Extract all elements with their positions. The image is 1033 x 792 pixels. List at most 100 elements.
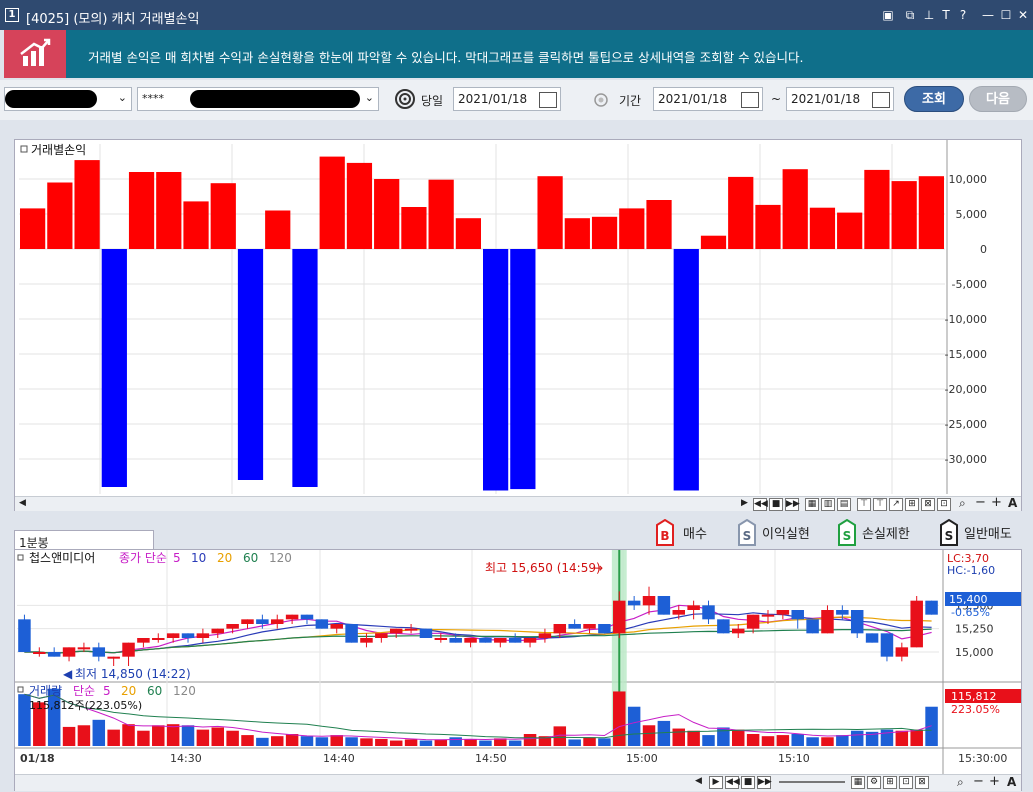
- tool-icon[interactable]: ▤: [837, 498, 851, 511]
- calendar-icon[interactable]: [539, 92, 557, 108]
- candle-body: [285, 614, 299, 620]
- upper-scrollbar[interactable]: ◀ ▶ ◀◀ ■ ▶▶ ▦ ▥ ▤ ⊤ ⊤ ↗ ⊞ ⊠ ⊡ ⌕ − + A: [15, 495, 1021, 511]
- volume-bar: [568, 739, 581, 746]
- candle-body: [434, 638, 448, 640]
- tool-icon[interactable]: ▦: [805, 498, 819, 511]
- volume-bar: [434, 739, 448, 746]
- volume-bar: [702, 735, 715, 746]
- candle-body: [360, 638, 373, 643]
- candle-body: [865, 633, 879, 643]
- profit-bar: [374, 179, 400, 249]
- candle-body: [821, 610, 834, 634]
- link-icon[interactable]: ▣: [880, 8, 896, 22]
- maximize-icon[interactable]: ☐: [998, 8, 1014, 22]
- period-radio-icon[interactable]: [594, 93, 608, 107]
- tool-icon[interactable]: ⊠: [921, 498, 935, 511]
- candle-body: [806, 619, 819, 634]
- scroll-right-icon[interactable]: ▶: [741, 498, 748, 508]
- candle-body: [925, 600, 938, 615]
- account-select[interactable]: ⌄: [4, 87, 132, 111]
- volume-ma-period-label: 5: [103, 684, 111, 698]
- rewind-icon[interactable]: ◀◀: [753, 498, 768, 511]
- hc-info: HC:-1,60: [947, 564, 995, 577]
- zoom-icon[interactable]: ⌕: [959, 496, 966, 511]
- loss-bar: [483, 249, 509, 491]
- password-field[interactable]: **** ⌄: [137, 87, 379, 111]
- copy-window-icon[interactable]: ⧉: [902, 8, 918, 23]
- loss-bar: [237, 249, 264, 480]
- candle-body: [910, 600, 923, 648]
- legend-sell: 일반매도: [964, 527, 1012, 542]
- ma-period-label: 10: [191, 551, 206, 565]
- volume-bar: [731, 729, 745, 746]
- volume-ma-period-label: 120: [173, 684, 196, 698]
- forward-icon[interactable]: ▶▶: [757, 776, 772, 789]
- zoom-out-icon[interactable]: −: [973, 774, 984, 789]
- help-icon[interactable]: ?: [955, 8, 971, 22]
- title-marker-icon: [17, 554, 24, 561]
- play-icon[interactable]: ▶: [709, 776, 723, 789]
- volume-bar: [836, 735, 849, 746]
- calendar-icon[interactable]: [872, 92, 890, 108]
- rewind-icon[interactable]: ◀◀: [725, 776, 740, 789]
- lower-scrollbar[interactable]: ◀ ▶ ◀◀ ■ ▶▶ ▦ ⚙ ⊞ ⊡ ⊠ ⌕ − + A: [15, 774, 1021, 791]
- loss-bar: [101, 249, 127, 487]
- close-icon[interactable]: ✕: [1015, 8, 1031, 22]
- volume-bar: [925, 706, 938, 746]
- tab-1min[interactable]: 1분봉: [14, 530, 154, 550]
- auto-scale-icon[interactable]: A: [1007, 775, 1016, 789]
- price-change: -0.65%: [951, 606, 990, 619]
- tool-icon[interactable]: ▥: [821, 498, 835, 511]
- tool-icon[interactable]: ⊡: [937, 498, 951, 511]
- candle-body: [776, 610, 790, 615]
- tool-icon[interactable]: ⊤: [873, 498, 887, 511]
- calendar-icon[interactable]: [741, 92, 759, 108]
- period-to-input[interactable]: 2021/01/18: [786, 87, 894, 111]
- candle-body: [523, 638, 537, 643]
- price-volume-chart[interactable]: 01/18 14:30 14:40 14:50 15:00 15:10 15:30:00 15…: [15, 550, 1021, 774]
- period-from-input[interactable]: 2021/01/18: [653, 87, 763, 111]
- arrow-right-icon: →: [593, 561, 603, 575]
- redacted-account: [5, 90, 97, 108]
- scroll-left-icon[interactable]: ◀: [695, 776, 702, 786]
- tool-icon[interactable]: ↗: [889, 498, 903, 511]
- auto-scale-icon[interactable]: A: [1008, 496, 1017, 510]
- indicator-label: 종가 단순: [119, 551, 167, 565]
- stop-icon[interactable]: ■: [769, 498, 783, 511]
- y-tick-label: -30,000: [945, 453, 987, 466]
- stop-icon[interactable]: ■: [741, 776, 755, 789]
- tool-icon[interactable]: ⊞: [905, 498, 919, 511]
- pin-icon[interactable]: ⊥: [921, 8, 937, 22]
- tool-icon[interactable]: ⚙: [867, 776, 881, 789]
- today-date-input[interactable]: 2021/01/18: [453, 87, 561, 111]
- ma-period-label: 20: [217, 551, 232, 565]
- zoom-slider[interactable]: [779, 781, 845, 783]
- forward-icon[interactable]: ▶▶: [785, 498, 800, 511]
- tool-icon[interactable]: ⊞: [883, 776, 897, 789]
- volume-bar: [166, 724, 180, 746]
- target-icon[interactable]: [394, 88, 416, 110]
- font-size-icon[interactable]: T: [938, 8, 954, 22]
- zoom-in-icon[interactable]: +: [991, 495, 1002, 510]
- profit-marker-icon: S: [738, 519, 756, 546]
- zoom-in-icon[interactable]: +: [989, 774, 1000, 789]
- x-tick-label: 15:00: [626, 752, 658, 765]
- profit-bar: [537, 176, 563, 249]
- trade-pl-chart[interactable]: 10,000 5,000 0 -5,000 -10,000 -15,000 -20,000 -…: [15, 140, 1021, 494]
- zoom-out-icon[interactable]: −: [975, 495, 986, 510]
- tool-icon[interactable]: ⊤: [857, 498, 871, 511]
- tool-icon[interactable]: ⊠: [915, 776, 929, 789]
- candle-body: [211, 628, 225, 634]
- search-button[interactable]: 조회: [904, 86, 964, 112]
- x-tick-label: 15:30:00: [958, 752, 1007, 765]
- scroll-left-icon[interactable]: ◀: [19, 498, 26, 508]
- zoom-icon[interactable]: ⌕: [957, 775, 964, 790]
- next-button[interactable]: 다음: [969, 86, 1027, 112]
- minimize-icon[interactable]: —: [980, 8, 996, 22]
- tool-icon[interactable]: ⊡: [899, 776, 913, 789]
- info-banner: 거래별 손익은 매 회차별 수익과 손실현황을 한눈에 파악할 수 있습니다. …: [4, 30, 1033, 78]
- y-tick-label: -20,000: [945, 383, 987, 396]
- redacted-name: [190, 90, 360, 108]
- volume-bar: [196, 729, 210, 746]
- tool-icon[interactable]: ▦: [851, 776, 865, 789]
